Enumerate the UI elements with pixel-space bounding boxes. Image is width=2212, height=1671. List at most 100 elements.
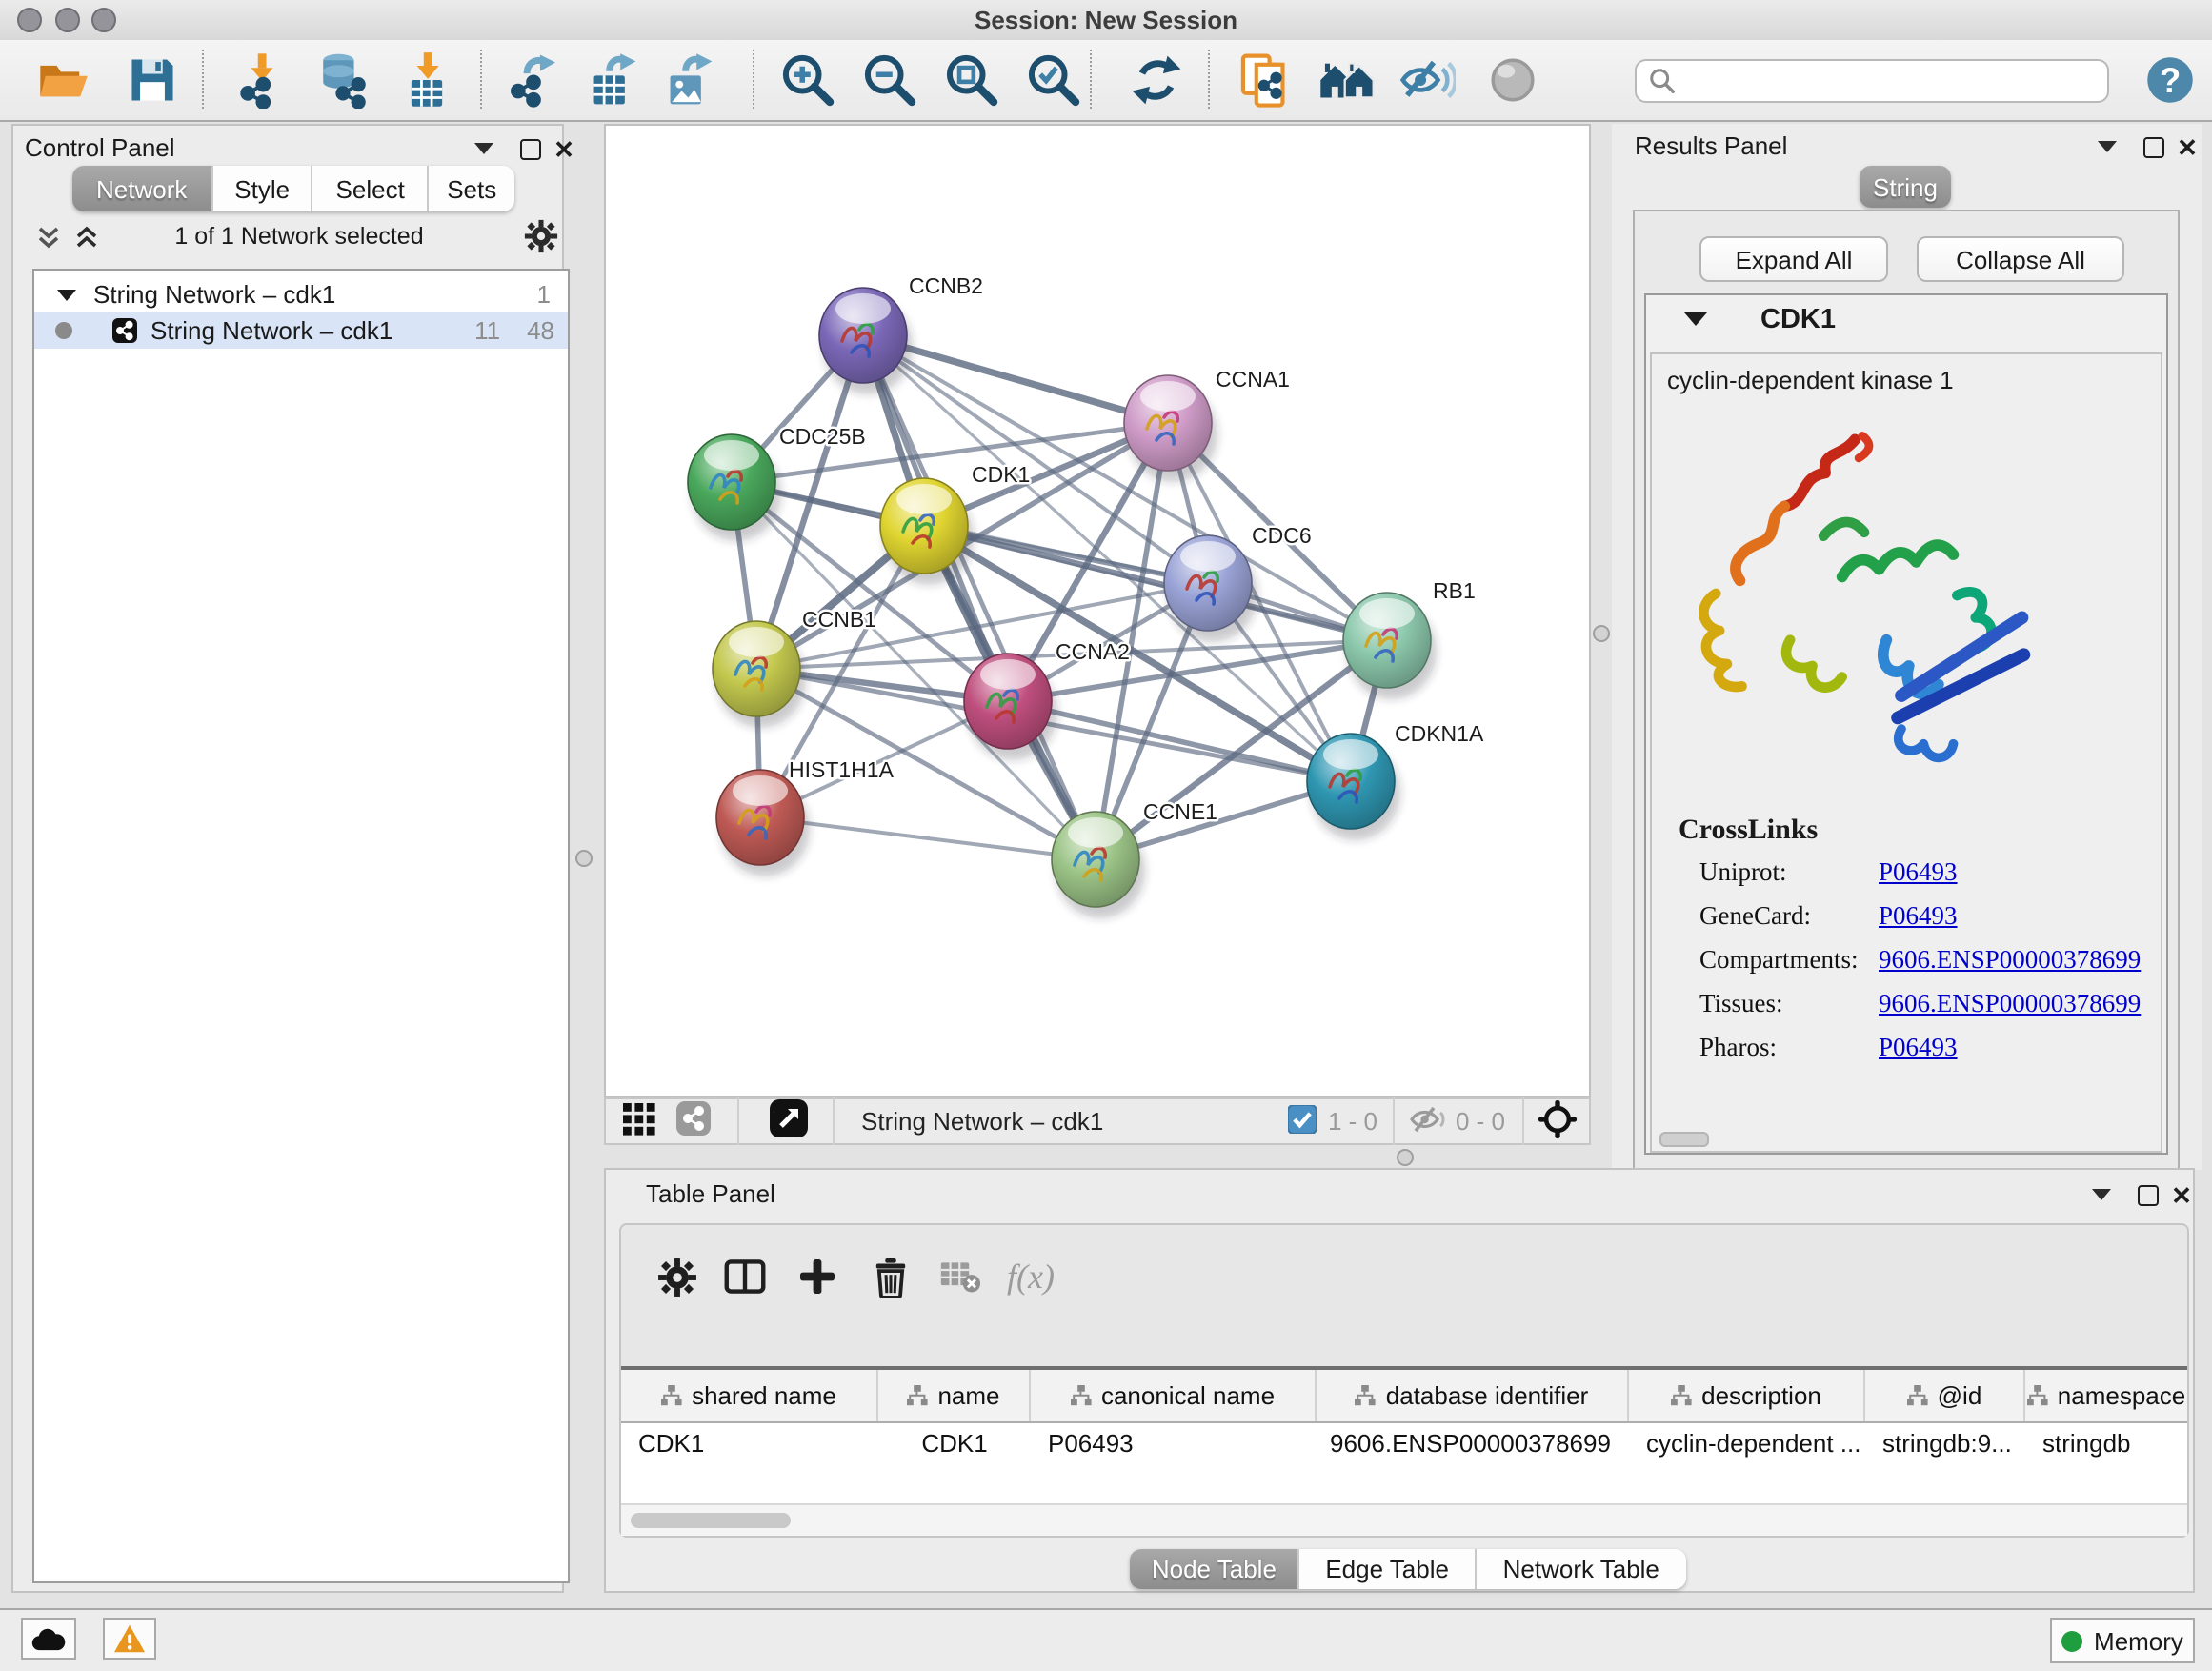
- search-field[interactable]: [1635, 59, 2109, 103]
- column-header[interactable]: namespace: [2025, 1370, 2187, 1421]
- collapse-all-chevron-icon[interactable]: [36, 225, 61, 255]
- zoom-fit-icon[interactable]: [939, 48, 1004, 112]
- help-icon[interactable]: ?: [2138, 48, 2202, 112]
- table-gear-icon[interactable]: [648, 1248, 705, 1305]
- cell-database-identifier[interactable]: 9606.ENSP00000378699: [1317, 1423, 1629, 1467]
- splitter-grip[interactable]: [575, 850, 593, 867]
- results-panel-menu-icon[interactable]: [2094, 133, 2121, 160]
- table-panel-menu-icon[interactable]: [2088, 1181, 2115, 1208]
- cell-name[interactable]: CDK1: [878, 1423, 1031, 1467]
- tab-select[interactable]: Select: [313, 166, 429, 211]
- network-node-CCNA1[interactable]: CCNA1: [1124, 367, 1290, 482]
- control-panel-float-icon[interactable]: [516, 135, 543, 162]
- column-header[interactable]: description: [1629, 1370, 1865, 1421]
- crosslink-link[interactable]: P06493: [1879, 901, 1958, 932]
- create-column-plus-icon[interactable]: [789, 1248, 846, 1305]
- expand-all-button[interactable]: Expand All: [1699, 236, 1888, 282]
- tree-expander-icon[interactable]: [57, 289, 76, 300]
- gene-expander-icon[interactable]: [1684, 312, 1707, 326]
- tab-sets[interactable]: Sets: [429, 166, 514, 211]
- network-edge[interactable]: [760, 817, 1096, 859]
- network-edge[interactable]: [863, 335, 1096, 859]
- zoom-selected-icon[interactable]: [1021, 48, 1086, 112]
- memory-button[interactable]: Memory: [2050, 1618, 2195, 1663]
- save-session-icon[interactable]: [120, 48, 185, 112]
- tab-node-table[interactable]: Node Table: [1130, 1549, 1300, 1589]
- results-panel-float-icon[interactable]: [2140, 133, 2166, 160]
- column-header[interactable]: @id: [1865, 1370, 2025, 1421]
- tab-network-table[interactable]: Network Table: [1477, 1549, 1686, 1589]
- control-panel-menu-icon[interactable]: [471, 135, 497, 162]
- table-panel-close-icon[interactable]: ✕: [2168, 1181, 2195, 1208]
- results-panel-close-icon[interactable]: ✕: [2174, 133, 2201, 160]
- tab-string[interactable]: String: [1860, 166, 1951, 208]
- network-node-CCNE1[interactable]: CCNE1: [1052, 799, 1217, 918]
- network-current-dot-icon: [55, 322, 72, 339]
- results-hscrollbar-thumb[interactable]: [1659, 1132, 1709, 1147]
- network-node-RB1[interactable]: RB1: [1343, 578, 1476, 699]
- toolbar-separator: [202, 50, 204, 109]
- network-node-CDKN1A[interactable]: CDKN1A: [1307, 721, 1484, 840]
- table-hscrollbar[interactable]: [621, 1503, 2187, 1536]
- column-header[interactable]: canonical name: [1031, 1370, 1317, 1421]
- network-node-HIST1H1A[interactable]: HIST1H1A: [716, 757, 895, 876]
- grid-view-icon[interactable]: [623, 1102, 655, 1140]
- network-options-gear-icon[interactable]: [524, 219, 558, 259]
- cell-description[interactable]: cyclin-dependent ...: [1629, 1423, 1865, 1467]
- refresh-icon[interactable]: [1124, 48, 1189, 112]
- share-documents-icon[interactable]: [1233, 48, 1297, 112]
- column-header[interactable]: shared name: [621, 1370, 878, 1421]
- network-node-CCNB2[interactable]: CCNB2: [819, 273, 983, 394]
- selected-checkbox-icon[interactable]: [1288, 1104, 1317, 1138]
- crosslink-link[interactable]: P06493: [1879, 1033, 1958, 1063]
- crosslink-link[interactable]: P06493: [1879, 857, 1958, 888]
- network-node-CCNB1[interactable]: CCNB1: [713, 607, 876, 728]
- collapse-all-button[interactable]: Collapse All: [1917, 236, 2124, 282]
- cell-id[interactable]: stringdb:9...: [1865, 1423, 2025, 1467]
- network-row-selected[interactable]: String Network – cdk1 11 48: [34, 312, 568, 349]
- network-edge[interactable]: [1008, 701, 1351, 781]
- hide-panels-eye-icon[interactable]: [1395, 48, 1459, 112]
- network-share-view-icon[interactable]: [676, 1101, 711, 1141]
- warnings-button[interactable]: [103, 1618, 156, 1660]
- show-columns-icon[interactable]: [716, 1248, 774, 1305]
- splitter-grip[interactable]: [1397, 1149, 1414, 1166]
- open-in-new-window-icon[interactable]: [770, 1099, 808, 1143]
- export-image-icon[interactable]: [655, 48, 720, 112]
- control-panel-close-icon[interactable]: ✕: [551, 135, 577, 162]
- open-session-icon[interactable]: [30, 48, 95, 112]
- cell-canonical-name[interactable]: P06493: [1031, 1423, 1317, 1467]
- tab-network[interactable]: Network: [72, 166, 212, 211]
- network-graph[interactable]: CCNB2CCNA1CDC25BCDK1CDC6RB1CCNB1CCNA2CDK…: [606, 126, 1589, 1096]
- tab-style[interactable]: Style: [212, 166, 313, 211]
- delete-column-trash-icon[interactable]: [861, 1248, 918, 1305]
- network-collection-row[interactable]: String Network – cdk1 1: [34, 276, 568, 312]
- table-hscrollbar-thumb[interactable]: [631, 1513, 791, 1528]
- birdseye-crosshair-icon[interactable]: [1538, 1098, 1578, 1144]
- home-pages-icon[interactable]: [1315, 48, 1379, 112]
- zoom-in-icon[interactable]: [775, 48, 840, 112]
- zoom-out-icon[interactable]: [857, 48, 922, 112]
- network-node-CDC25B[interactable]: CDC25B: [688, 424, 866, 541]
- column-header[interactable]: name: [878, 1370, 1031, 1421]
- crosslink-link[interactable]: 9606.ENSP00000378699: [1879, 945, 2141, 976]
- import-table-file-icon[interactable]: [394, 48, 459, 112]
- splitter-grip[interactable]: [1593, 625, 1610, 642]
- network-view-canvas[interactable]: CCNB2CCNA1CDC25BCDK1CDC6RB1CCNB1CCNA2CDK…: [604, 124, 1591, 1097]
- tab-edge-table[interactable]: Edge Table: [1300, 1549, 1477, 1589]
- search-input[interactable]: [1677, 68, 2107, 94]
- network-node-CDK1[interactable]: CDK1: [880, 462, 1030, 585]
- cell-namespace[interactable]: stringdb: [2025, 1423, 2187, 1467]
- export-network-icon[interactable]: [501, 48, 566, 112]
- export-table-icon[interactable]: [579, 48, 644, 112]
- column-header[interactable]: database identifier: [1317, 1370, 1629, 1421]
- import-network-file-icon[interactable]: [229, 48, 293, 112]
- cloud-button[interactable]: [21, 1618, 76, 1660]
- cell-shared-name[interactable]: CDK1: [621, 1423, 878, 1467]
- table-row[interactable]: CDK1 CDK1 P06493 9606.ENSP00000378699 cy…: [621, 1423, 2187, 1467]
- import-network-database-icon[interactable]: [311, 48, 375, 112]
- table-panel-float-icon[interactable]: [2134, 1181, 2161, 1208]
- memory-label: Memory: [2094, 1626, 2183, 1655]
- crosslink-link[interactable]: 9606.ENSP00000378699: [1879, 989, 2141, 1019]
- expand-all-chevron-icon[interactable]: [74, 225, 99, 255]
